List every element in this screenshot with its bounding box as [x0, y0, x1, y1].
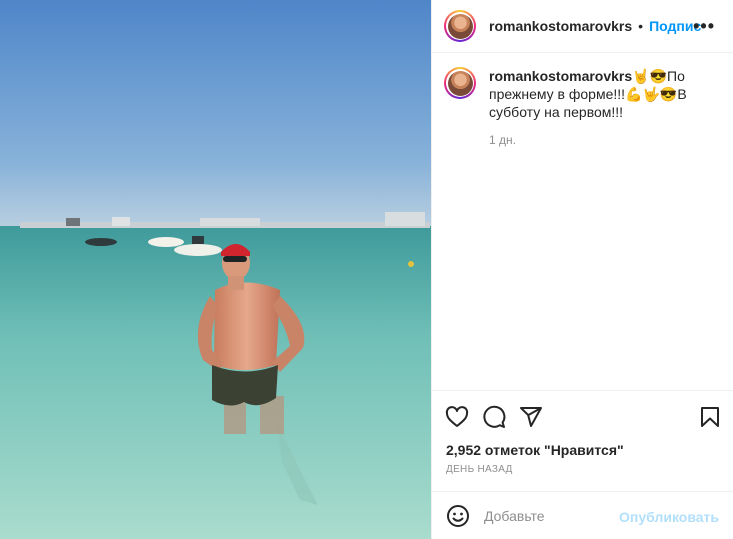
heart-icon[interactable] [445, 405, 469, 429]
avatar[interactable] [444, 10, 476, 42]
likes-count[interactable]: 2,952 отметок "Нравится" [446, 442, 624, 458]
beach-photo [0, 0, 431, 539]
caption-avatar[interactable] [444, 67, 476, 99]
caption-block: romankostomarovkrs🤘😎По прежнему в форме!… [432, 53, 733, 149]
comment-input[interactable] [482, 507, 616, 525]
comment-icon[interactable] [482, 405, 506, 429]
send-icon[interactable] [519, 405, 543, 429]
caption-time[interactable]: 1 дн. [489, 131, 709, 149]
publish-button[interactable]: Опубликовать [619, 509, 719, 525]
separator-dot: • [638, 18, 644, 34]
emoji-icon[interactable] [446, 504, 470, 528]
post-header: romankostomarovkrs • Подписаться ••• [432, 0, 733, 53]
action-bar [432, 390, 733, 438]
caption-username[interactable]: romankostomarovkrs [489, 68, 632, 84]
bookmark-icon[interactable] [698, 405, 722, 429]
post-sidebar: romankostomarovkrs • Подписаться ••• rom… [431, 0, 733, 539]
caption-text: romankostomarovkrs🤘😎По прежнему в форме!… [489, 67, 709, 149]
username-link[interactable]: romankostomarovkrs [489, 18, 632, 34]
post-timestamp[interactable]: ДЕНЬ НАЗАД [446, 464, 513, 475]
more-icon[interactable]: ••• [693, 16, 715, 37]
post-photo[interactable] [0, 0, 431, 539]
comment-bar: Опубликовать [432, 491, 733, 539]
